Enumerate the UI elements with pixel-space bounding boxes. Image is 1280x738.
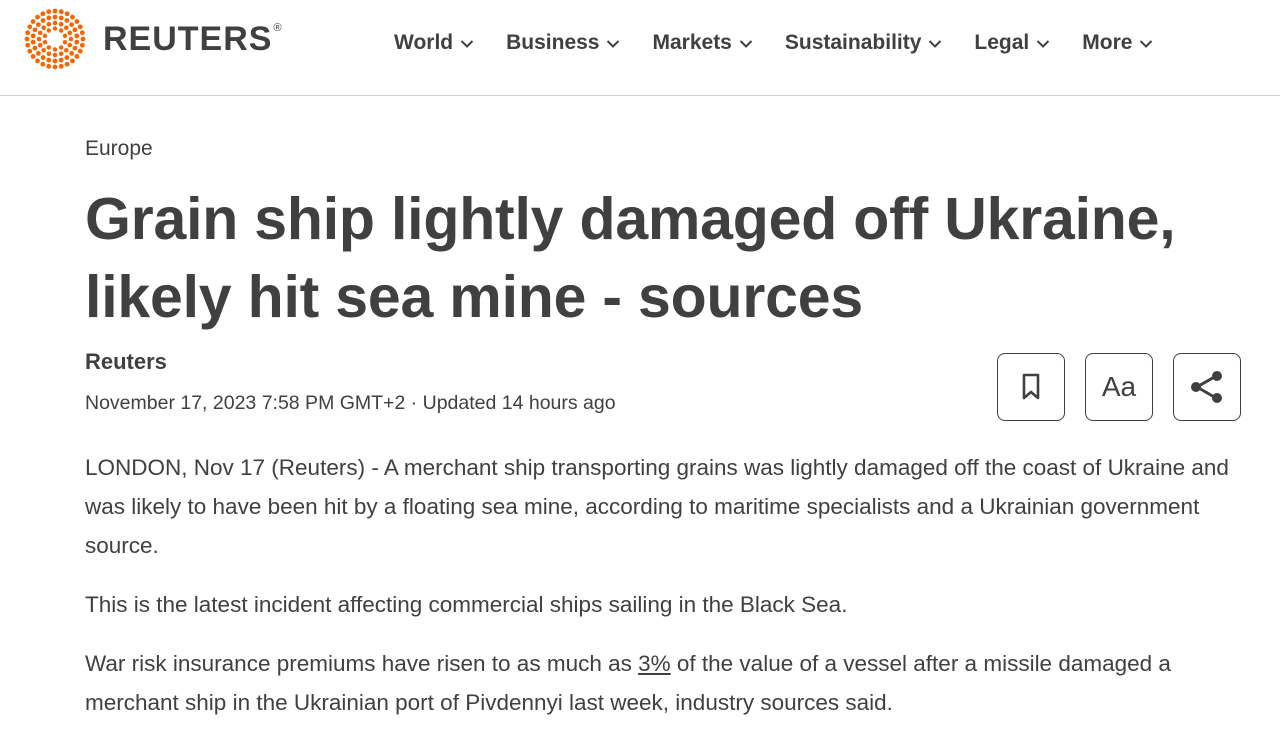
nav-item-sustainability[interactable]: Sustainability — [785, 31, 943, 55]
registered-mark: ® — [273, 22, 283, 34]
bookmark-button[interactable] — [997, 353, 1065, 421]
author-byline[interactable]: Reuters — [85, 349, 167, 375]
nav-item-label: World — [394, 31, 454, 54]
chevron-down-icon — [1140, 40, 1153, 48]
chevron-down-icon — [929, 40, 942, 48]
bookmark-icon — [1022, 373, 1040, 400]
nav-item-label: Markets — [652, 31, 732, 54]
article-headline: Grain ship lightly damaged off Ukraine, … — [85, 186, 1176, 330]
article-paragraph: This is the latest incident affecting co… — [85, 592, 848, 617]
logo-wordmark: REUTERS® — [103, 20, 283, 58]
nav-item-legal[interactable]: Legal — [974, 31, 1050, 55]
nav-item-label: Business — [506, 31, 600, 54]
chevron-down-icon — [739, 40, 753, 48]
paragraph-text: War risk insurance premiums have risen t… — [85, 651, 639, 676]
nav-item-label: Legal — [974, 31, 1030, 54]
publish-date: November 17, 2023 7:58 PM GMT+2 · Update… — [85, 392, 616, 414]
chevron-down-icon — [607, 40, 620, 48]
section-link-europe[interactable]: Europe — [85, 137, 153, 161]
chevron-down-icon — [1037, 40, 1050, 48]
reuters-logo[interactable]: REUTERS® — [22, 8, 283, 70]
article-paragraph: War risk insurance premiums have risen t… — [85, 644, 1245, 722]
inline-link-3-percent[interactable]: 3% — [638, 651, 671, 676]
nav-item-label: More — [1082, 31, 1133, 54]
article-tools: Aa — [997, 353, 1241, 421]
text-size-label: Aa — [1101, 371, 1137, 402]
nav-item-business[interactable]: Business — [506, 31, 620, 55]
text-size-button[interactable]: Aa — [1085, 353, 1153, 421]
chevron-down-icon — [460, 40, 474, 48]
reuters-logo-icon — [24, 8, 86, 70]
site-header: REUTERS® World Business Markets Sustaina… — [0, 0, 1280, 96]
nav-item-markets[interactable]: Markets — [652, 31, 753, 55]
nav-item-world[interactable]: World — [394, 31, 474, 55]
main-nav: World Business Markets Sustainability Le… — [394, 28, 1153, 58]
nav-item-more[interactable]: More — [1082, 31, 1153, 55]
article-paragraph: LONDON, Nov 17 (Reuters) - A merchant sh… — [85, 455, 1229, 558]
nav-item-label: Sustainability — [784, 31, 922, 54]
share-icon — [1191, 371, 1222, 403]
share-button[interactable] — [1173, 353, 1241, 421]
